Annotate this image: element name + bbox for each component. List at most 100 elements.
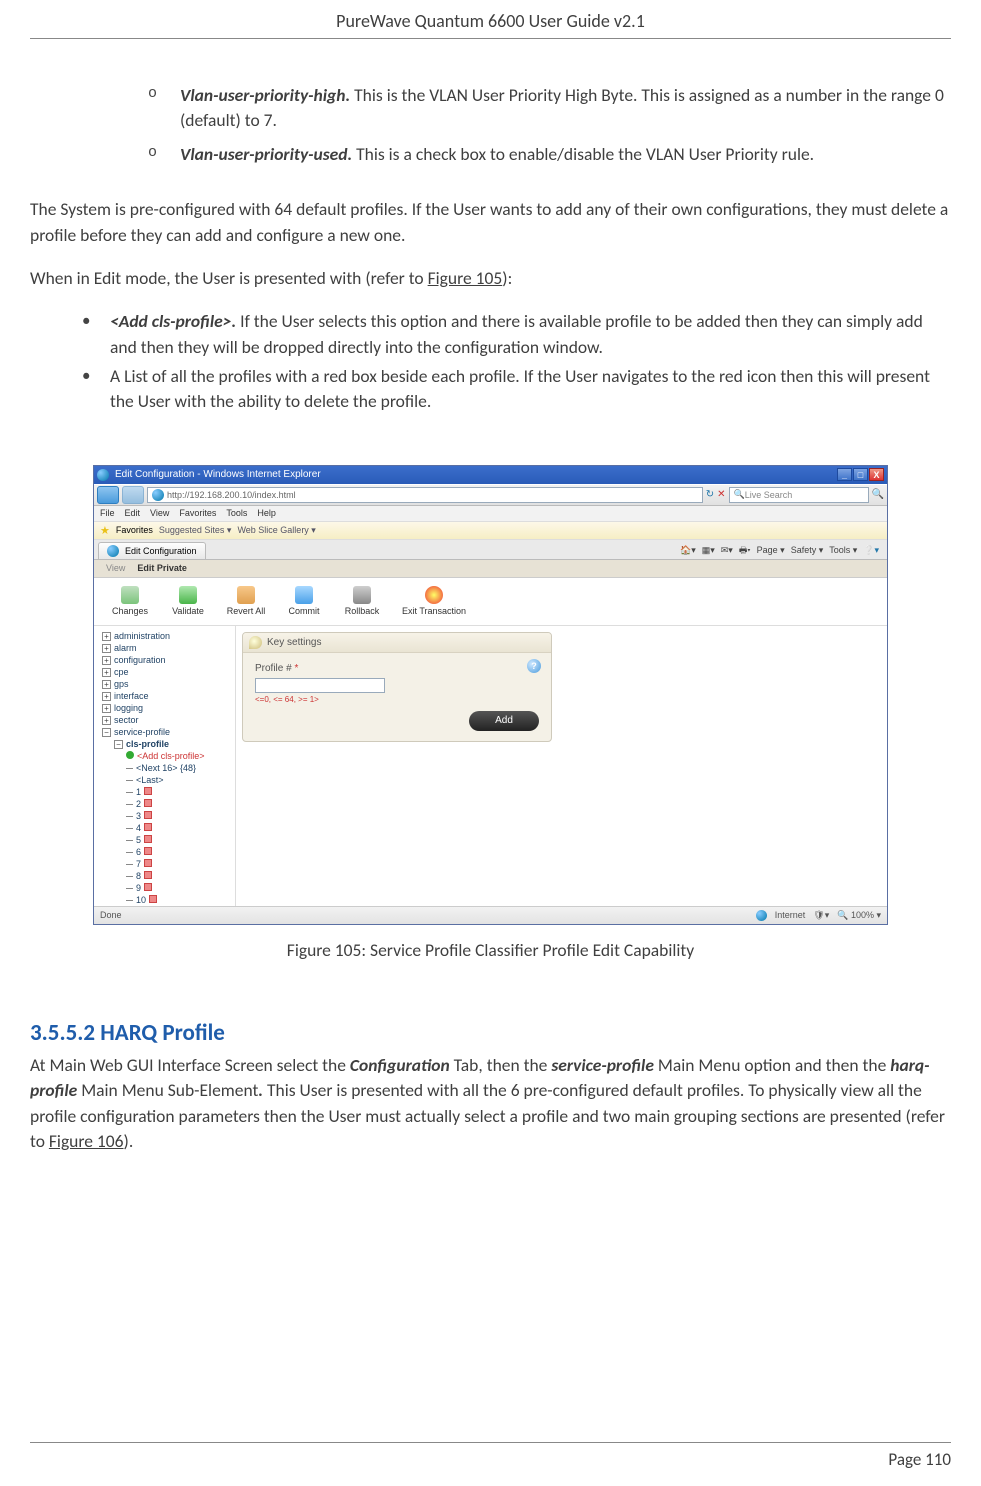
tree-profile-item[interactable]: 8 (96, 870, 233, 882)
revert-all-button[interactable]: Revert All (220, 586, 272, 616)
fav-link[interactable]: Suggested Sites ▾ (159, 525, 232, 536)
protected-mode-icon[interactable]: 🛡▾ (813, 910, 829, 921)
globe-icon (152, 489, 164, 501)
edit-private-tab[interactable]: Edit Private (137, 563, 187, 573)
sublist-item: Vlan-user-priority-high. This is the VLA… (148, 83, 951, 134)
back-button[interactable] (97, 486, 119, 504)
delete-icon[interactable] (144, 883, 152, 891)
page-number: Page 110 (888, 1449, 951, 1470)
commit-button[interactable]: Commit (278, 586, 330, 616)
term-service-profile: service-profile (551, 1054, 654, 1076)
view-tab[interactable]: View (106, 563, 125, 573)
content-area: +administration +alarm +configuration +c… (94, 626, 887, 906)
menu-file[interactable]: File (100, 508, 115, 518)
main-list: <Add cls-profile>. If the User selects t… (80, 309, 951, 415)
close-button[interactable]: X (869, 468, 884, 481)
tree-action-last[interactable]: <Last> (96, 774, 233, 786)
stop-icon[interactable]: ✕ (717, 489, 725, 500)
tree-node-administration[interactable]: +administration (96, 630, 233, 642)
feeds-icon[interactable]: ▦▾ (702, 545, 715, 556)
tree-node-gps[interactable]: +gps (96, 678, 233, 690)
maximize-button[interactable]: □ (853, 468, 868, 481)
validate-button[interactable]: Validate (162, 586, 214, 616)
section-number: 3.5.5.2 (30, 1019, 95, 1047)
tree-profile-item[interactable]: 9 (96, 882, 233, 894)
profile-number-input[interactable] (255, 678, 385, 693)
figure-ref-link[interactable]: Figure 105 (428, 267, 503, 289)
favorites-label[interactable]: Favorites (116, 525, 153, 535)
tree-action-add[interactable]: <Add cls-profile> (96, 750, 233, 762)
help-icon[interactable]: ? (527, 659, 541, 673)
tree-profile-item[interactable]: 4 (96, 822, 233, 834)
tree-node-cpe[interactable]: +cpe (96, 666, 233, 678)
tree-node-sector[interactable]: +sector (96, 714, 233, 726)
tree-profile-item[interactable]: 10 (96, 894, 233, 906)
add-button[interactable]: Add (469, 711, 539, 731)
nav-bar: http://192.168.200.10/index.html ↻ ✕ 🔍Li… (94, 484, 887, 506)
delete-icon[interactable] (144, 859, 152, 867)
tab-bar: Edit Configuration 🏠▾ ▦▾ ✉▾ 🖶▾ Page ▾ Sa… (94, 540, 887, 560)
forward-button[interactable] (122, 486, 144, 504)
delete-icon[interactable] (144, 799, 152, 807)
delete-icon[interactable] (144, 787, 152, 795)
delete-icon[interactable] (144, 835, 152, 843)
minimize-button[interactable]: _ (837, 468, 852, 481)
mail-icon[interactable]: ✉▾ (721, 545, 733, 556)
tree-node-service-profile[interactable]: −service-profile (96, 726, 233, 738)
star-icon[interactable]: ★ (100, 524, 110, 537)
doc-header: PureWave Quantum 6600 User Guide v2.1 (30, 0, 951, 39)
menu-help[interactable]: Help (257, 508, 276, 518)
tree-node-configuration[interactable]: +configuration (96, 654, 233, 666)
validate-icon (179, 586, 197, 604)
menu-edit[interactable]: Edit (125, 508, 141, 518)
delete-icon[interactable] (144, 811, 152, 819)
exit-icon (425, 586, 443, 604)
sublist-term: Vlan-user-priority-high. (180, 84, 350, 106)
tree-profile-item[interactable]: 7 (96, 858, 233, 870)
help-icon[interactable]: ❔▾ (863, 545, 879, 556)
tree-action-next[interactable]: <Next 16> {48} (96, 762, 233, 774)
changes-button[interactable]: Changes (104, 586, 156, 616)
tools-menu[interactable]: Tools ▾ (829, 545, 857, 556)
tree-profile-item[interactable]: 1 (96, 786, 233, 798)
search-input[interactable]: 🔍Live Search (729, 487, 869, 503)
tree-profile-item[interactable]: 6 (96, 846, 233, 858)
paragraph: The System is pre-configured with 64 def… (30, 197, 951, 248)
delete-icon[interactable] (144, 847, 152, 855)
tree-node-alarm[interactable]: +alarm (96, 642, 233, 654)
tree-node-cls-profile[interactable]: −cls-profile (96, 738, 233, 750)
tree-profile-item[interactable]: 3 (96, 810, 233, 822)
page-menu[interactable]: Page ▾ (757, 545, 785, 556)
tree-node-logging[interactable]: +logging (96, 702, 233, 714)
delete-icon[interactable] (149, 895, 157, 903)
zoom-label[interactable]: 🔍 100% ▾ (837, 910, 881, 921)
safety-menu[interactable]: Safety ▾ (791, 545, 824, 556)
exit-transaction-button[interactable]: Exit Transaction (394, 586, 474, 616)
refresh-icon[interactable]: ↻ (706, 489, 714, 500)
menu-favorites[interactable]: Favorites (179, 508, 216, 518)
page-footer: Page 110 (30, 1442, 951, 1470)
print-icon[interactable]: 🖶▾ (739, 543, 751, 559)
rollback-button[interactable]: Rollback (336, 586, 388, 616)
delete-icon[interactable] (144, 871, 152, 879)
address-bar[interactable]: http://192.168.200.10/index.html (147, 487, 703, 503)
search-placeholder: Live Search (745, 490, 793, 500)
list-term: <Add cls-profile>. (110, 310, 236, 332)
fav-link[interactable]: Web Slice Gallery ▾ (237, 525, 315, 536)
list-text: A List of all the profiles with a red bo… (110, 365, 930, 412)
search-go-icon[interactable]: 🔍 (872, 489, 884, 500)
tab-edit-config[interactable]: Edit Configuration (98, 542, 206, 559)
delete-icon[interactable] (144, 823, 152, 831)
figure-ref-link[interactable]: Figure 106 (49, 1130, 124, 1152)
favorites-bar: ★ Favorites Suggested Sites ▾ Web Slice … (94, 522, 887, 540)
sublist-item: Vlan-user-priority-used. This is a check… (148, 142, 951, 167)
tree-profile-item[interactable]: 2 (96, 798, 233, 810)
sublist-text: This is a check box to enable/disable th… (352, 143, 814, 165)
ie-window: Edit Configuration - Windows Internet Ex… (93, 465, 888, 925)
menu-tools[interactable]: Tools (226, 508, 247, 518)
menu-view[interactable]: View (150, 508, 169, 518)
tree-profile-item[interactable]: 5 (96, 834, 233, 846)
tree-node-interface[interactable]: +interface (96, 690, 233, 702)
window-titlebar[interactable]: Edit Configuration - Windows Internet Ex… (94, 466, 887, 484)
home-icon[interactable]: 🏠▾ (680, 545, 696, 556)
